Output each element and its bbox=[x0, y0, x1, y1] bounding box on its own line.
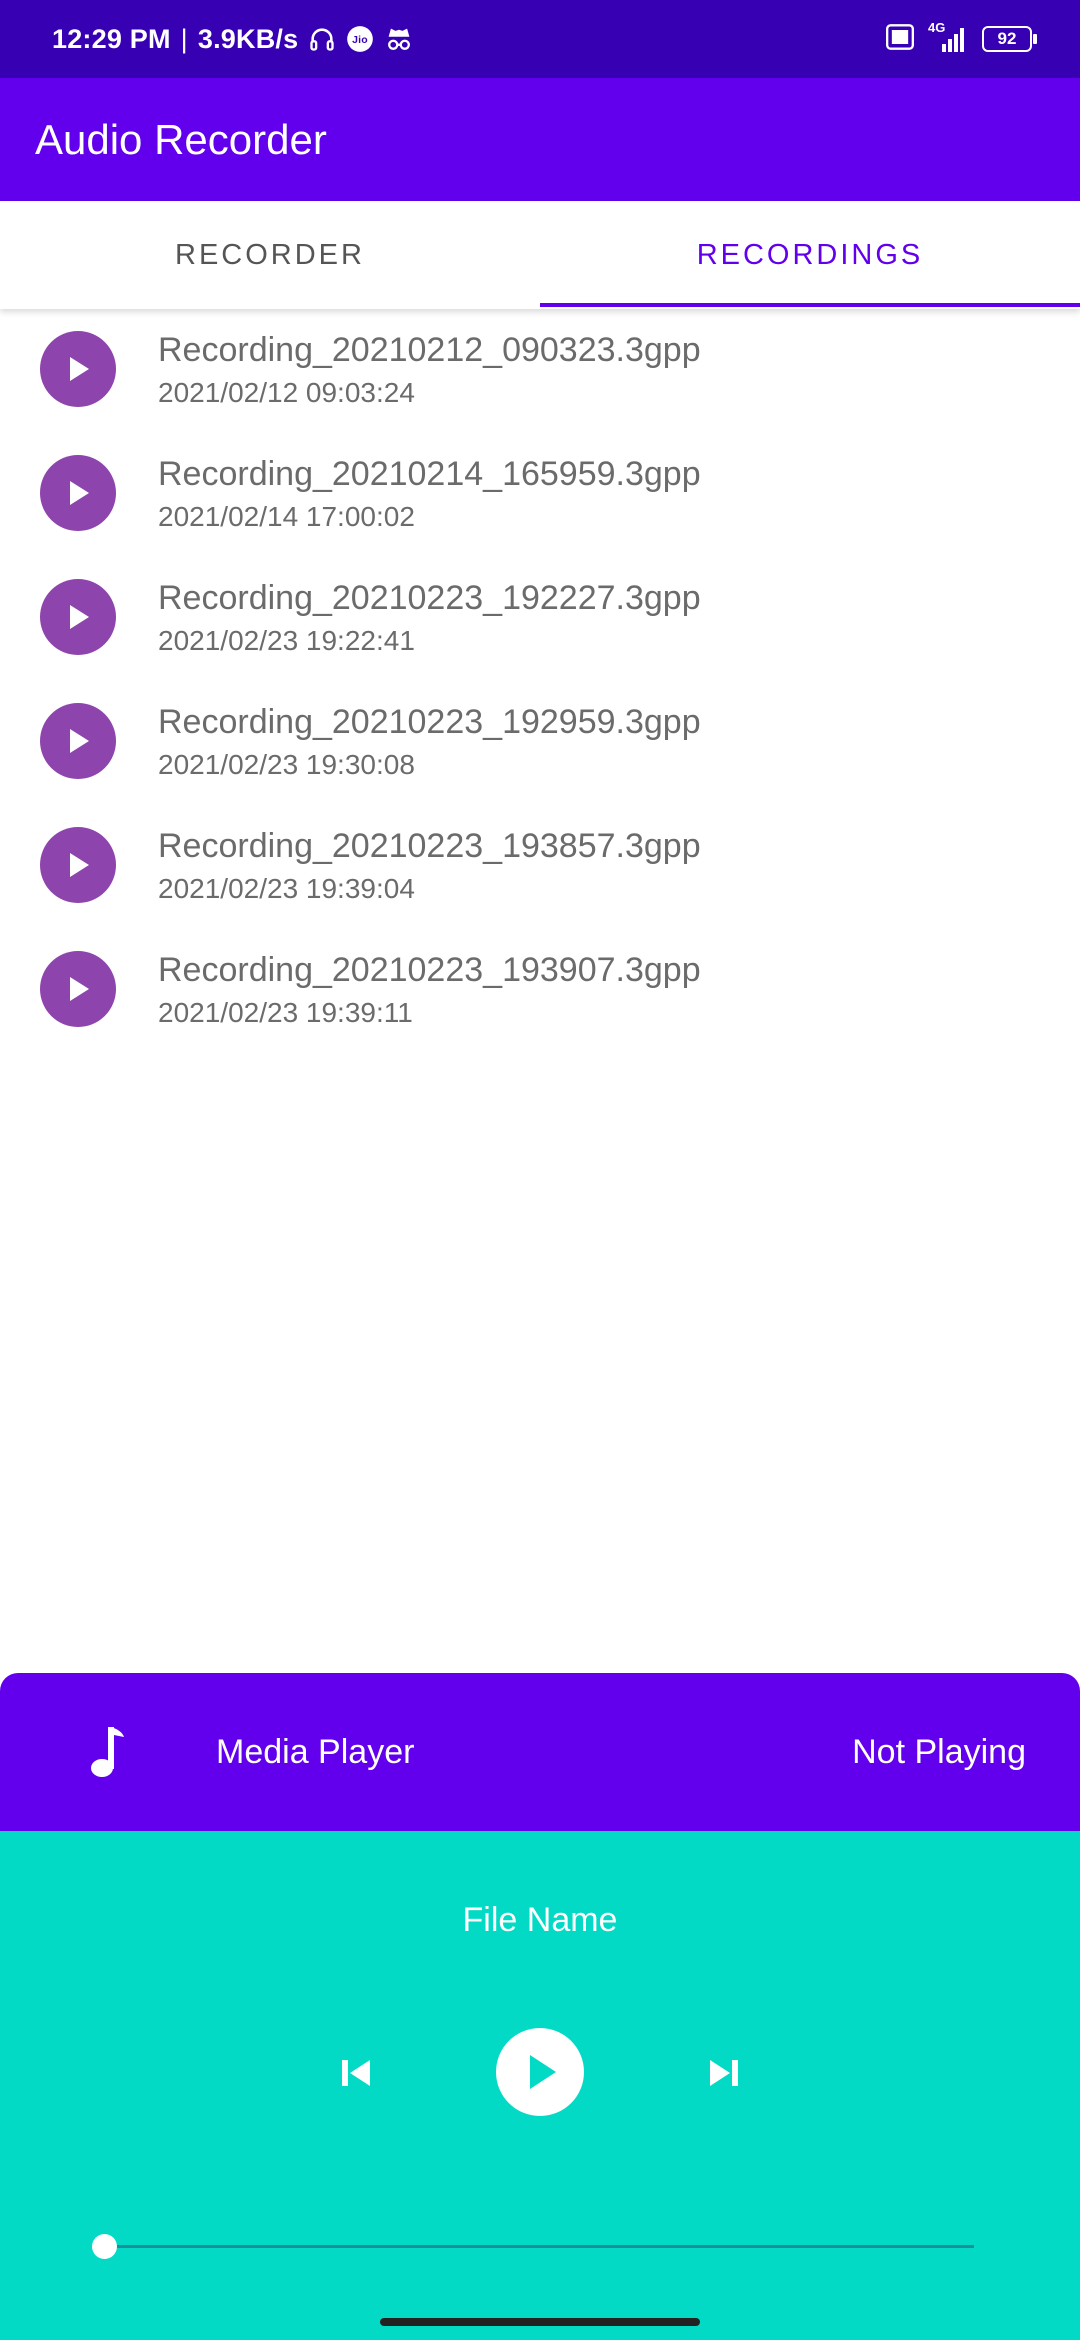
recording-name: Recording_20210223_192227.3gpp bbox=[158, 579, 701, 617]
play-icon[interactable] bbox=[40, 579, 116, 655]
tab-recordings[interactable]: RECORDINGS bbox=[540, 201, 1080, 309]
recording-row[interactable]: Recording_20210212_090323.3gpp 2021/02/1… bbox=[0, 309, 1080, 433]
play-icon[interactable] bbox=[40, 951, 116, 1027]
recording-row[interactable]: Recording_20210223_193907.3gpp 2021/02/2… bbox=[0, 929, 1080, 1053]
tab-bar: RECORDER RECORDINGS bbox=[0, 201, 1080, 309]
status-speed: 3.9KB/s bbox=[197, 23, 299, 54]
volte-icon bbox=[886, 23, 914, 55]
seek-thumb[interactable] bbox=[92, 2234, 117, 2259]
play-icon[interactable] bbox=[40, 827, 116, 903]
jio-label: Jio bbox=[352, 34, 368, 46]
battery-level: 92 bbox=[997, 29, 1017, 48]
play-icon[interactable] bbox=[40, 455, 116, 531]
media-player-body: File Name bbox=[0, 1831, 1080, 2340]
status-separator: | bbox=[180, 23, 188, 54]
recording-name: Recording_20210223_193907.3gpp bbox=[158, 951, 701, 989]
tab-recorder[interactable]: RECORDER bbox=[0, 201, 540, 309]
music-note-icon bbox=[91, 1727, 124, 1777]
battery-icon: 92 bbox=[982, 26, 1037, 52]
recording-row[interactable]: Recording_20210223_193857.3gpp 2021/02/2… bbox=[0, 805, 1080, 929]
playback-state: Not Playing bbox=[852, 1733, 1026, 1771]
player-play-button[interactable] bbox=[496, 2028, 584, 2116]
recording-name: Recording_20210223_192959.3gpp bbox=[158, 703, 701, 741]
tab-label: RECORDINGS bbox=[696, 238, 924, 271]
headphones-icon bbox=[308, 25, 336, 53]
app-bar: Audio Recorder bbox=[0, 78, 1080, 201]
recording-date: 2021/02/23 19:30:08 bbox=[158, 749, 415, 780]
active-tab-indicator bbox=[540, 303, 1080, 307]
tab-label: RECORDER bbox=[175, 238, 365, 271]
recording-date: 2021/02/23 19:39:11 bbox=[158, 997, 413, 1028]
recording-date: 2021/02/23 19:22:41 bbox=[158, 625, 415, 656]
play-icon[interactable] bbox=[40, 703, 116, 779]
seek-bar[interactable] bbox=[104, 2245, 974, 2248]
status-bar: 12:29 PM | 3.9KB/s Jio 4G 92 bbox=[0, 0, 1080, 78]
recording-name: Recording_20210212_090323.3gpp bbox=[158, 331, 701, 369]
skip-previous-icon[interactable] bbox=[336, 2053, 376, 2093]
media-player-header[interactable]: Media Player Not Playing bbox=[0, 1673, 1080, 1831]
incognito-icon bbox=[384, 25, 414, 53]
recording-date: 2021/02/23 19:39:04 bbox=[158, 873, 415, 904]
recording-name: Recording_20210223_193857.3gpp bbox=[158, 827, 701, 865]
recording-date: 2021/02/14 17:00:02 bbox=[158, 501, 415, 532]
status-left: 12:29 PM | 3.9KB/s Jio bbox=[52, 0, 414, 78]
recording-date: 2021/02/12 09:03:24 bbox=[158, 377, 415, 408]
network-type: 4G bbox=[928, 20, 946, 35]
status-right: 4G 92 bbox=[886, 0, 1037, 78]
jio-icon: Jio bbox=[346, 25, 374, 53]
recording-row[interactable]: Recording_20210223_192227.3gpp 2021/02/2… bbox=[0, 557, 1080, 681]
home-indicator[interactable] bbox=[380, 2318, 700, 2326]
recording-row[interactable]: Recording_20210214_165959.3gpp 2021/02/1… bbox=[0, 433, 1080, 557]
app-title: Audio Recorder bbox=[35, 116, 327, 163]
media-player-title: Media Player bbox=[216, 1733, 415, 1771]
recording-row[interactable]: Recording_20210223_192959.3gpp 2021/02/2… bbox=[0, 681, 1080, 805]
signal-icon: 4G bbox=[928, 20, 968, 52]
recording-name: Recording_20210214_165959.3gpp bbox=[158, 455, 701, 493]
current-file-name: File Name bbox=[462, 1901, 618, 1939]
play-icon[interactable] bbox=[40, 331, 116, 407]
skip-next-icon[interactable] bbox=[704, 2053, 744, 2093]
recordings-list: Recording_20210212_090323.3gpp 2021/02/1… bbox=[0, 309, 1080, 1053]
play-icon bbox=[530, 2055, 556, 2089]
status-time: 12:29 PM bbox=[52, 23, 171, 54]
